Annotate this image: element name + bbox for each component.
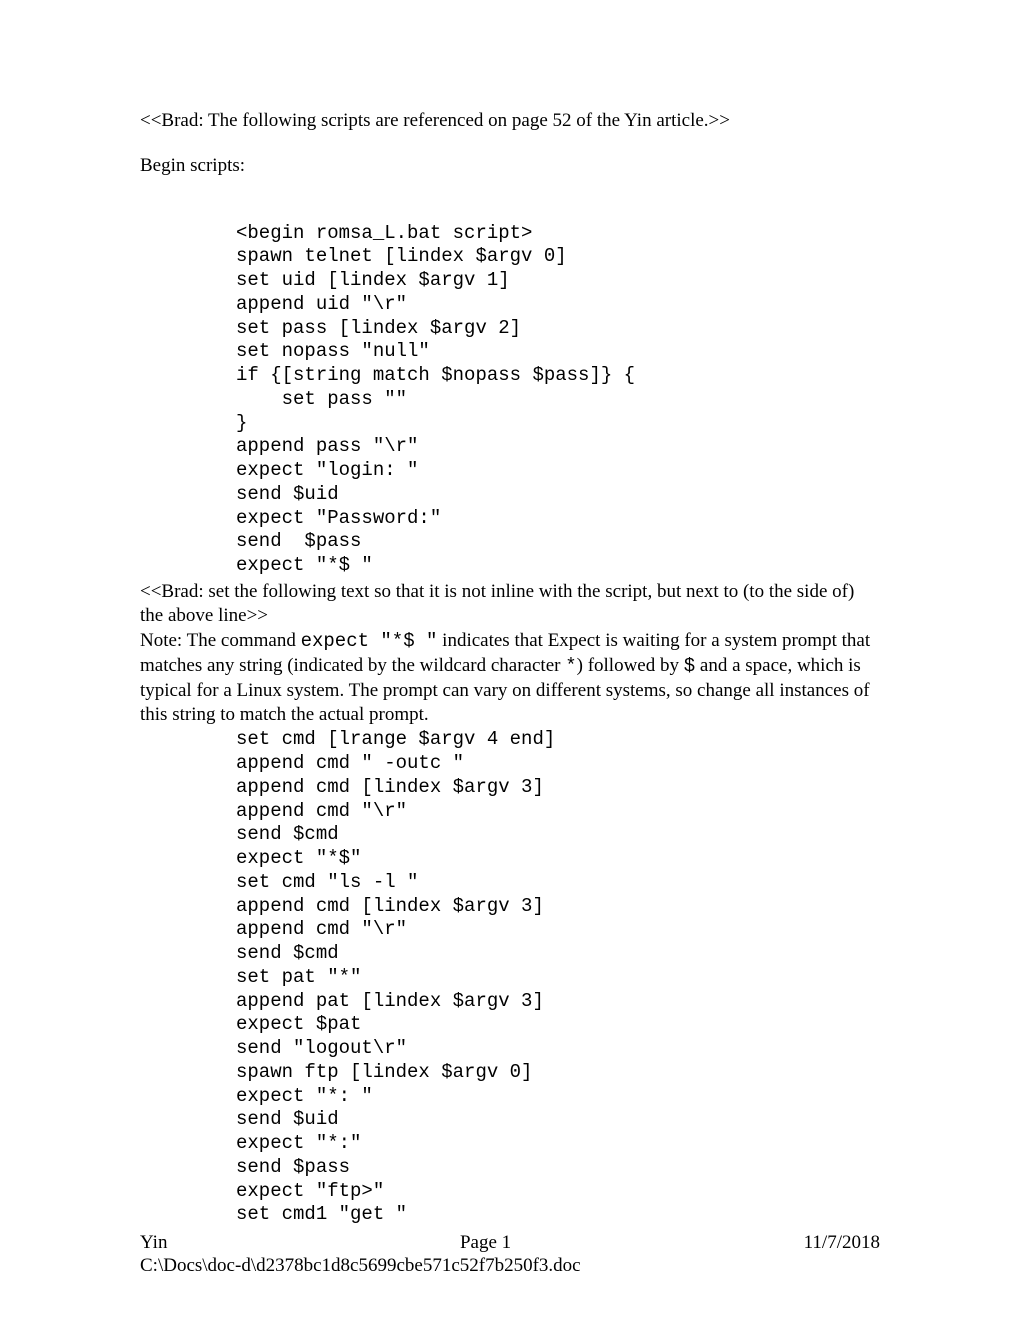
editorial-note-top: <<Brad: The following scripts are refere… [140, 110, 880, 133]
begin-scripts-label: Begin scripts: [140, 155, 880, 178]
code-inline-star: * [565, 655, 576, 677]
script-code-block-1: <begin romsa_L.bat script> spawn telnet … [236, 222, 880, 578]
script-code-block-2: set cmd [lrange $argv 4 end] append cmd … [236, 728, 880, 1227]
note-text: ) followed by [577, 655, 684, 676]
note-text: Note: The command [140, 630, 301, 651]
code-inline-expect: expect "*$ " [301, 630, 438, 652]
footer-author: Yin [140, 1232, 167, 1255]
footer-date: 11/7/2018 [804, 1232, 880, 1255]
code-inline-dollar: $ [684, 655, 695, 677]
editorial-note-inline: <<Brad: set the following text so that i… [140, 580, 880, 628]
footer-page-number: Page 1 [460, 1232, 511, 1255]
page-footer: Yin Page 1 11/7/2018 C:\Docs\doc-d\d2378… [140, 1232, 880, 1278]
explanatory-note: Note: The command expect "*$ " indicates… [140, 629, 880, 726]
footer-file-path: C:\Docs\doc-d\d2378bc1d8c5699cbe571c52f7… [140, 1255, 880, 1278]
